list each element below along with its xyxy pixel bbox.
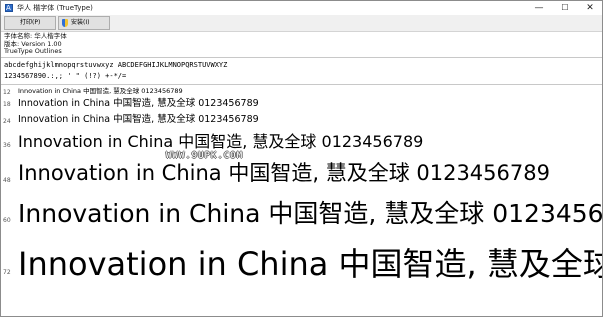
maximize-button[interactable]: ☐	[554, 1, 576, 15]
font-outline-type: TrueType Outlines	[4, 47, 62, 55]
minimize-button[interactable]: —	[528, 1, 550, 15]
window-title: 华人 楷字体 (TrueType)	[17, 4, 93, 12]
print-button[interactable]: 打印(P)	[4, 16, 56, 30]
sample-text: Innovation in China 中国智造, 慧及全球 012345678…	[18, 98, 259, 109]
sample-text: Innovation in China 中国智造, 慧及全球 012345678…	[18, 161, 550, 185]
divider	[1, 57, 602, 58]
sample-text: Innovation in China 中国智造, 慧及全球 012345678…	[18, 245, 603, 283]
sample-text: Innovation in China 中国智造, 慧及全球 012345678…	[18, 114, 259, 125]
charset-symbols: 1234567890.:,; ' " (!?) +-*/=	[4, 72, 127, 80]
print-button-label: 打印(P)	[20, 19, 41, 26]
size-label: 48	[3, 177, 11, 184]
close-button[interactable]: ✕	[579, 1, 601, 15]
size-label: 72	[3, 269, 11, 276]
divider	[1, 84, 602, 85]
size-label: 12	[3, 89, 11, 96]
toolbar: 打印(P) 安装(I)	[1, 15, 602, 32]
shield-icon	[62, 19, 68, 27]
font-info: 字体名称: 华人楷字体 版本: Version 1.00 TrueType Ou…	[4, 32, 67, 56]
size-label: 24	[3, 118, 11, 125]
sample-text: Innovation in China 中国智造, 慧及全球 012345678…	[18, 87, 183, 95]
watermark: WWW.9UPK.COM	[166, 151, 244, 161]
install-button-label: 安装(I)	[71, 19, 90, 26]
charset-letters: abcdefghijklmnopqrstuvwxyz ABCDEFGHIJKLM…	[4, 61, 228, 69]
size-label: 18	[3, 101, 11, 108]
font-preview-window: 华人 楷字体 (TrueType) — ☐ ✕ 打印(P) 安装(I) 字体名称…	[0, 0, 603, 317]
size-label: 36	[3, 142, 11, 149]
size-label: 60	[3, 217, 11, 224]
install-button[interactable]: 安装(I)	[58, 16, 110, 30]
title-bar[interactable]: 华人 楷字体 (TrueType) — ☐ ✕	[1, 1, 602, 15]
sample-text: Innovation in China 中国智造, 慧及全球 012345678…	[18, 199, 603, 228]
font-file-icon	[5, 3, 13, 13]
